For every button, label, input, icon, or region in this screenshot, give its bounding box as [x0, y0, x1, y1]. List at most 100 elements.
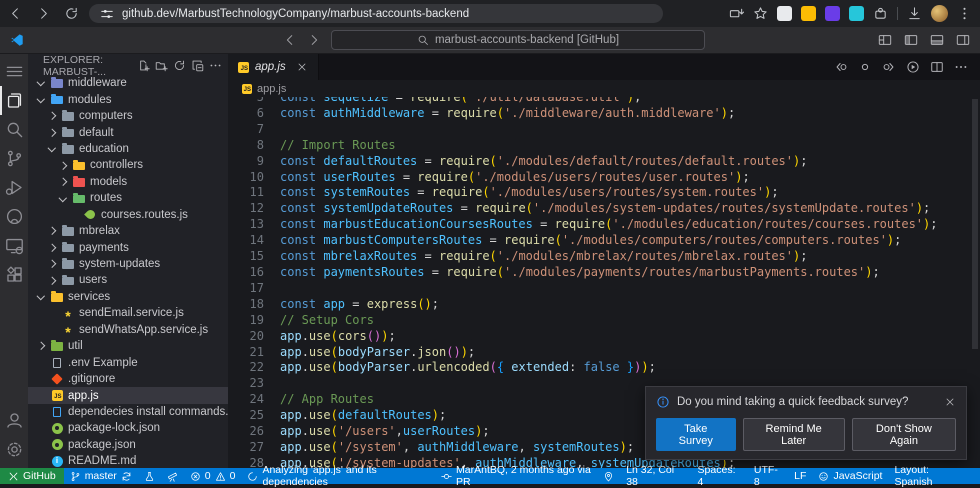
refresh-explorer-icon[interactable] [173, 59, 186, 72]
history-forward-icon[interactable] [307, 33, 321, 47]
code-line-20[interactable]: 20 app.use(cors()); [228, 329, 980, 345]
notes-extension-icon[interactable] [801, 6, 816, 21]
code-line-19[interactable]: 19 // Setup Cors [228, 313, 980, 329]
tree-folder-default[interactable]: default [28, 124, 228, 140]
status-remote-indicator[interactable]: GitHub [0, 468, 64, 484]
split-editor-icon[interactable] [930, 60, 944, 74]
tree-file-sendwhatsapp-service-js[interactable]: * sendWhatsApp.service.js [28, 322, 228, 340]
status-eol[interactable]: LF [788, 468, 812, 484]
command-center-search[interactable]: marbust-accounts-backend [GitHub] [331, 30, 705, 50]
extensions-puzzle-icon[interactable] [873, 6, 888, 21]
toggle-panel-icon[interactable] [930, 33, 944, 47]
tree-folder-users[interactable]: users [28, 272, 228, 288]
toggle-secondary-sidebar-icon[interactable] [956, 33, 970, 47]
toggle-primary-sidebar-icon[interactable] [904, 33, 918, 47]
remind-me-later-button[interactable]: Remind Me Later [742, 418, 845, 451]
status-encoding[interactable]: UTF-8 [748, 464, 788, 488]
tree-file-package-json[interactable]: package.json [28, 437, 228, 453]
code-line-12[interactable]: 12 const systemUpdateRoutes = require('./… [228, 201, 980, 217]
status-branch[interactable]: master [64, 468, 138, 484]
take-survey-button[interactable]: Take Survey [656, 418, 736, 451]
tree-folder-controllers[interactable]: controllers [28, 157, 228, 173]
scrollbar-thumb[interactable] [972, 99, 978, 349]
nav-circle-icon[interactable] [858, 60, 872, 74]
code-line-22[interactable]: 22 app.use(bodyParser.urlencoded({ extend… [228, 360, 980, 376]
tree-file--gitignore[interactable]: .gitignore [28, 371, 228, 387]
code-line-6[interactable]: 6 const authMiddleware = require('./middl… [228, 106, 980, 122]
code-line-16[interactable]: 16 const paymentsRoutes = require('./modu… [228, 265, 980, 281]
activity-bar-explorer[interactable] [0, 86, 28, 115]
tree-file--env-example[interactable]: .env Example [28, 354, 228, 370]
tree-folder-middleware[interactable]: middleware [28, 75, 228, 91]
dice-extension-icon[interactable] [825, 6, 840, 21]
tree-folder-modules[interactable]: modules [28, 91, 228, 107]
tree-folder-education[interactable]: education [28, 141, 228, 157]
tree-folder-system-updates[interactable]: system-updates [28, 256, 228, 272]
customize-layout-icon[interactable] [878, 33, 892, 47]
code-line-7[interactable]: 7 [228, 122, 980, 138]
activity-bar-github[interactable] [0, 202, 28, 231]
activity-bar-remote-explorer[interactable] [0, 231, 28, 260]
notification-close-icon[interactable] [944, 396, 956, 408]
status-indentation[interactable]: Spaces: 4 [692, 464, 748, 488]
tree-file-sendemail-service-js[interactable]: * sendEmail.service.js [28, 305, 228, 323]
collapse-folders-icon[interactable] [191, 59, 204, 72]
code-line-9[interactable]: 9 const defaultRoutes = require('./module… [228, 154, 980, 170]
code-line-17[interactable]: 17 [228, 281, 980, 297]
code-line-21[interactable]: 21 app.use(bodyParser.json()); [228, 345, 980, 361]
don-t-show-again-button[interactable]: Don't Show Again [851, 418, 956, 451]
editor-more-icon[interactable] [954, 60, 968, 74]
send-to-device-icon[interactable] [729, 6, 744, 21]
code-line-10[interactable]: 10 const userRoutes = require('./modules/… [228, 170, 980, 186]
activity-bar-extensions[interactable] [0, 260, 28, 289]
code-line-13[interactable]: 13 const marbustEducationCoursesRoutes = … [228, 217, 980, 233]
tree-folder-models[interactable]: models [28, 174, 228, 190]
tree-folder-services[interactable]: services [28, 289, 228, 305]
status-cursor-position[interactable]: Ln 32, Col 38 [620, 464, 691, 488]
profile-avatar[interactable] [931, 5, 948, 22]
reload-icon[interactable] [64, 6, 79, 21]
address-bar[interactable]: github.dev/MarbustTechnologyCompany/marb… [89, 4, 663, 23]
tree-file-courses-routes-js[interactable]: courses.routes.js [28, 207, 228, 223]
activity-bar-account[interactable] [0, 406, 28, 435]
tree-file-package-lock-json[interactable]: package-lock.json [28, 420, 228, 436]
tree-folder-mbrelax[interactable]: mbrelax [28, 223, 228, 239]
code-line-18[interactable]: 18 const app = express(); [228, 297, 980, 313]
tree-folder-routes[interactable]: routes [28, 190, 228, 206]
status-commit-info[interactable]: MarAntBQ, 2 months ago via PR [435, 464, 620, 488]
status-layout[interactable]: Layout: Spanish [888, 464, 972, 488]
forward-icon[interactable] [36, 6, 51, 21]
status-problems[interactable]: 00 [184, 468, 242, 484]
activity-bar-menu[interactable] [0, 57, 28, 86]
site-settings-icon[interactable] [100, 7, 114, 21]
tree-file-readme-md[interactable]: i README.md [28, 453, 228, 468]
tree-folder-util[interactable]: util [28, 338, 228, 354]
new-folder-icon[interactable] [155, 59, 168, 72]
activity-bar-search[interactable] [0, 115, 28, 144]
activity-bar-source-control[interactable] [0, 144, 28, 173]
code-line-15[interactable]: 15 const mbrelaxRoutes = require('./modul… [228, 249, 980, 265]
status-language-mode[interactable]: JavaScript [812, 468, 888, 484]
back-icon[interactable] [8, 6, 23, 21]
editor-scrollbar[interactable] [970, 81, 980, 468]
status-live-share[interactable] [161, 468, 184, 484]
code-line-14[interactable]: 14 const marbustComputersRoutes = require… [228, 233, 980, 249]
code-line-8[interactable]: 8 // Import Routes [228, 138, 980, 154]
new-file-icon[interactable] [137, 59, 150, 72]
history-back-icon[interactable] [283, 33, 297, 47]
run-file-icon[interactable] [906, 60, 920, 74]
snowflake-extension-icon[interactable] [849, 6, 864, 21]
tab-close-icon[interactable] [296, 61, 308, 73]
downloads-icon[interactable] [907, 6, 922, 21]
bookmark-star-icon[interactable] [753, 6, 768, 21]
nav-forward-icon[interactable] [882, 60, 896, 74]
code-line-11[interactable]: 11 const systemRoutes = require('./module… [228, 185, 980, 201]
status-analyzing[interactable]: Analyzing 'app.js' and its dependencies [241, 464, 435, 488]
tree-folder-payments[interactable]: payments [28, 239, 228, 255]
tree-file-dependecies-install-commands-txt[interactable]: dependecies install commands.txt [28, 404, 228, 420]
activity-bar-run-debug[interactable] [0, 173, 28, 202]
nav-back-icon[interactable] [834, 60, 848, 74]
status-beaker[interactable] [138, 468, 161, 484]
qr-extension-icon[interactable] [777, 6, 792, 21]
tree-file-app-js[interactable]: JS app.js [28, 387, 228, 404]
